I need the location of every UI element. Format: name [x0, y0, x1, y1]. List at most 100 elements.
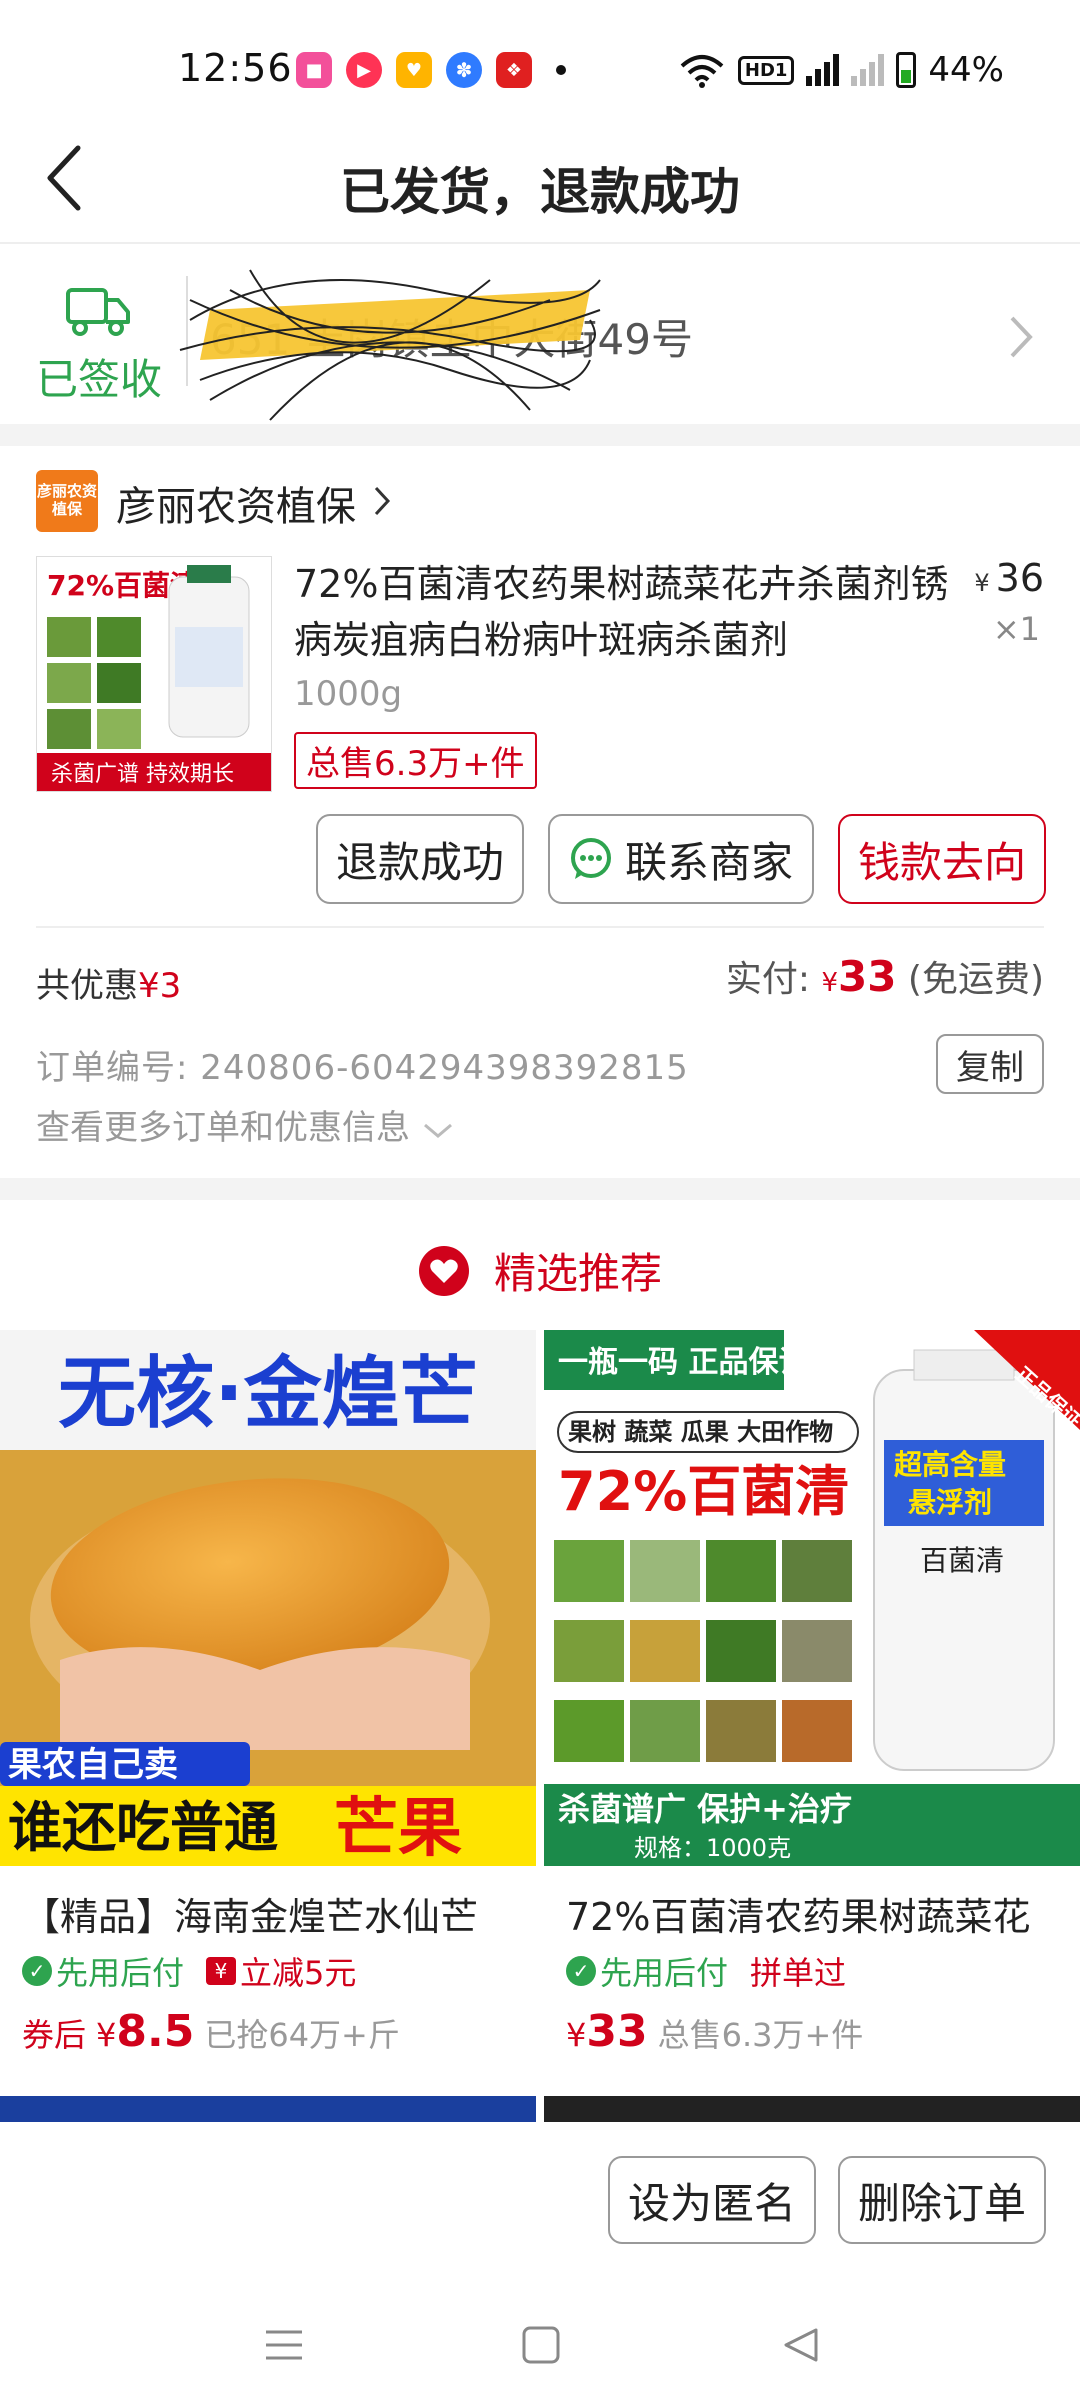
order-number-label: 订单编号:	[36, 1048, 189, 1088]
notification-icons: ■ ▶ ♥ ✽ ❖	[296, 52, 566, 88]
fungicide-bottle-name: 百菌清	[920, 1544, 1004, 1577]
recommend-item-tags: ✓ 先用后付 ¥ 立减5元	[22, 1948, 356, 1994]
back-nav-icon[interactable]	[784, 2328, 818, 2362]
mango-image-tag: 果农自己卖	[8, 1745, 178, 1785]
tag-label: 先用后付	[600, 1954, 729, 1992]
more-order-info-link[interactable]: 查看更多订单和优惠信息	[36, 1100, 455, 1149]
order-number-value: 240806-604294398392815	[200, 1048, 689, 1088]
recommend-title: 精选推荐	[493, 1249, 662, 1298]
signal-weak-icon	[851, 54, 885, 86]
fungicide-product-image: 一瓶一码 正品保证 果树 蔬菜 瓜果 大田作物 72%百菌清 正品保证 超高含量…	[544, 1330, 1080, 1866]
product-thumbnail[interactable]: 72%百菌清 杀菌广谱 持效期长	[36, 556, 272, 792]
set-anonymous-button[interactable]: 设为匿名	[608, 2156, 816, 2244]
copy-button[interactable]: 复制	[936, 1034, 1044, 1094]
price-prefix: 券后	[22, 2016, 87, 2054]
pay-later-icon: ✓	[22, 1956, 52, 1986]
sold-count: 总售6.3万+件	[657, 2016, 864, 2054]
product-quantity: ×1	[992, 610, 1040, 648]
mango-image-slogan-highlight: 芒果	[334, 1792, 462, 1866]
redaction-scribble	[179, 269, 601, 421]
recommend-item-image[interactable]: 无核·金煌芒 果农自己卖 谁还吃普通 芒果	[0, 1330, 536, 1866]
order-number: 订单编号: 240806-604294398392815	[36, 1040, 689, 1089]
paw-notification-icon: ✽	[446, 52, 482, 88]
signal-icon	[806, 54, 840, 86]
delete-order-button[interactable]: 删除订单	[838, 2156, 1046, 2244]
recommend-item-price: 券后 ¥8.5 已抢64万+斤	[22, 2006, 400, 2057]
recommend-item-title[interactable]: 72%百菌清农药果树蔬菜花	[566, 1886, 1080, 1941]
discount-value: ¥3	[138, 966, 182, 1006]
delivery-truck-icon	[66, 288, 130, 336]
chevron-right-icon[interactable]	[372, 484, 392, 518]
chevron-down-icon	[423, 1123, 452, 1138]
next-item-preview	[544, 2096, 1080, 2122]
section-gap	[0, 424, 1080, 446]
store-logo[interactable]: 彦丽农资植保	[36, 470, 98, 532]
wifi-icon	[680, 55, 724, 88]
fungicide-image-crops: 果树 蔬菜 瓜果 大田作物	[568, 1418, 833, 1446]
sold-count: 已抢64万+斤	[204, 2016, 400, 2054]
price-value: 36	[995, 556, 1044, 600]
product-image-tagline: 杀菌广谱 持效期长	[51, 762, 234, 787]
product-sales-badge: 总售6.3万+件	[294, 732, 537, 789]
coupon-icon: ¥	[206, 1957, 237, 1985]
app-notification-icon: ■	[296, 52, 332, 88]
product-image: 72%百菌清 杀菌广谱 持效期长	[37, 557, 271, 791]
store-logo-text: 彦丽农资植保	[36, 482, 97, 518]
mango-image-headline: 无核·金煌芒	[58, 1349, 478, 1439]
paid-summary: 实付: ¥33 (免运费)	[726, 950, 1044, 1002]
group-buy-tag: 拼单过	[750, 1954, 847, 1992]
mango-image-slogan: 谁还吃普通	[8, 1796, 278, 1859]
section-gap	[0, 1178, 1080, 1200]
fungicide-image-footer: 杀菌谱广 保护+治疗	[558, 1790, 852, 1828]
recommend-item-price: ¥33 总售6.3万+件	[566, 2006, 863, 2057]
currency-symbol: ¥	[974, 569, 990, 597]
menu-nav-icon[interactable]	[266, 2330, 302, 2360]
system-nav-bar	[0, 2290, 1080, 2400]
app-notification-icon: ♥	[396, 52, 432, 88]
product-price: ¥36	[974, 556, 1044, 600]
pay-later-icon: ✓	[566, 1956, 596, 1986]
more-info-label: 查看更多订单和优惠信息	[36, 1108, 410, 1148]
shipping-note: (免运费)	[907, 959, 1044, 1000]
divider	[36, 926, 1044, 928]
more-notifications-icon	[556, 65, 566, 75]
store-name[interactable]: 彦丽农资植保	[116, 474, 356, 532]
product-title[interactable]: 72%百菌清农药果树蔬菜花卉杀菌剂锈病炭疽病白粉病叶斑病杀菌剂	[294, 556, 954, 668]
battery-percent: 44%	[928, 50, 1004, 90]
status-time: 12:56	[178, 46, 293, 90]
currency-symbol: ¥	[96, 2016, 117, 2054]
mango-product-image: 无核·金煌芒 果农自己卖 谁还吃普通 芒果	[0, 1330, 536, 1866]
contact-seller-button[interactable]: 联系商家	[548, 814, 814, 904]
price-value: 33	[586, 2006, 648, 2057]
copy-label: 复制	[956, 1047, 1024, 1088]
paid-label: 实付:	[725, 959, 810, 1000]
currency-symbol: ¥	[821, 968, 838, 998]
recommend-item-title[interactable]: 【精品】海南金煌芒水仙芒	[22, 1886, 542, 1941]
chevron-right-icon	[1010, 316, 1033, 358]
paid-amount: 33	[838, 952, 897, 1001]
recommend-item-image[interactable]: 一瓶一码 正品保证 果树 蔬菜 瓜果 大田作物 72%百菌清 正品保证 超高含量…	[544, 1330, 1080, 1866]
hd-icon: HD1	[737, 55, 795, 85]
heart-icon	[418, 1245, 469, 1296]
discount-tag: ¥ 立减5元	[206, 1948, 356, 1994]
battery-icon	[896, 52, 917, 88]
recommend-heading: 精选推荐	[0, 1240, 1080, 1301]
product-spec: 1000g	[294, 674, 403, 714]
next-item-preview	[0, 2096, 536, 2122]
anonymous-label: 设为匿名	[627, 2178, 796, 2228]
currency-symbol: ¥	[566, 2016, 587, 2054]
refund-success-button[interactable]: 退款成功	[316, 814, 524, 904]
tag-label: 先用后付	[56, 1954, 185, 1992]
money-flow-label: 钱款去向	[857, 837, 1026, 887]
price-value: 8.5	[116, 2006, 195, 2057]
money-flow-button[interactable]: 钱款去向	[838, 814, 1046, 904]
video-notification-icon: ▶	[346, 52, 382, 88]
delivery-status: 已签收	[36, 355, 163, 404]
delete-label: 删除订单	[857, 2178, 1026, 2228]
page-title: 已发货，退款成功	[340, 163, 740, 221]
fungicide-image-name: 72%百菌清	[558, 1460, 849, 1523]
fungicide-bottle-label: 超高含量	[894, 1448, 1006, 1481]
recommend-item-tags: ✓ 先用后付 拼单过	[566, 1948, 846, 1994]
home-nav-icon[interactable]	[522, 2326, 560, 2364]
contact-label: 联系商家	[624, 837, 793, 887]
